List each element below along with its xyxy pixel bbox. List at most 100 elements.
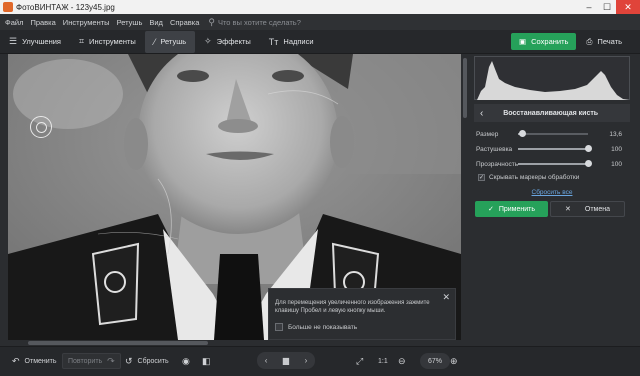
reset-icon: ↺ — [125, 355, 133, 366]
vertical-scrollbar[interactable] — [461, 54, 469, 340]
size-label: Размер — [476, 130, 499, 138]
slider-knob[interactable] — [585, 145, 592, 152]
reset-label: Сбросить — [137, 357, 169, 365]
menu-help[interactable]: Справка — [170, 18, 199, 27]
redo-icon: ↷ — [107, 355, 115, 366]
brush-cursor — [30, 116, 52, 138]
next-image-icon[interactable]: › — [305, 356, 308, 365]
size-value: 13,6 — [609, 130, 622, 138]
tab-effects[interactable]: ✧ Эффекты — [195, 31, 260, 53]
menu-bar: Файл Правка Инструменты Ретушь Вид Справ… — [0, 14, 640, 30]
tab-label: Надписи — [283, 37, 314, 46]
magic-wand-icon: ✧ — [204, 36, 212, 46]
text-icon: Tт — [268, 36, 279, 47]
printer-icon: ⎙ — [586, 36, 593, 46]
search-icon[interactable]: ⚲ — [208, 17, 215, 28]
size-slider-row: Размер 13,6 — [476, 129, 632, 139]
menu-view[interactable]: Вид — [149, 18, 163, 27]
menu-file[interactable]: Файл — [5, 18, 23, 27]
fit-to-screen-icon[interactable]: ⤢ — [356, 353, 368, 369]
prev-image-icon[interactable]: ‹ — [265, 356, 268, 365]
menu-tools[interactable]: Инструменты — [63, 18, 110, 27]
feather-slider-row: Растушевка 100 — [476, 144, 632, 154]
scroll-thumb[interactable] — [28, 341, 208, 345]
tab-label: Улучшения — [22, 37, 61, 46]
reset-all-link[interactable]: Сбросить все — [469, 189, 635, 196]
tab-enhancements[interactable]: ☰ Улучшения — [0, 31, 70, 53]
tab-label: Эффекты — [216, 37, 251, 46]
plus-icon: ⊕ — [450, 355, 458, 366]
window-title: ФотоВИНТАЖ - 123y45.jpg — [16, 2, 115, 12]
eye-icon: ◉ — [182, 355, 190, 366]
maximize-icon[interactable]: ☐ — [598, 0, 616, 14]
tab-label: Инструменты — [89, 37, 136, 46]
tab-tools[interactable]: ⌗ Инструменты — [70, 31, 145, 53]
dont-show-again-checkbox[interactable] — [275, 323, 283, 331]
opacity-label: Прозрачность — [476, 160, 519, 168]
scroll-thumb[interactable] — [463, 58, 467, 118]
feather-slider[interactable] — [518, 145, 592, 152]
menu-edit[interactable]: Правка — [30, 18, 55, 27]
close-icon[interactable]: ✕ — [442, 292, 450, 303]
main-toolbar: ☰ Улучшения ⌗ Инструменты ⁄ Ретушь ✧ Эфф… — [0, 30, 640, 54]
folder-icon[interactable]: ▆ — [283, 356, 289, 365]
opacity-slider-row: Прозрачность 100 — [476, 159, 632, 169]
opacity-slider[interactable] — [518, 160, 592, 167]
tab-captions[interactable]: Tт Надписи — [260, 31, 323, 53]
zoom-level[interactable]: 67% — [420, 353, 451, 369]
title-bar: ФотоВИНТАЖ - 123y45.jpg – ☐ ✕ — [0, 0, 640, 14]
save-button[interactable]: ▣ Сохранить — [511, 33, 577, 50]
hide-markers-label: Скрывать маркеры обработки — [489, 174, 580, 181]
zoom-percent: 67% — [428, 357, 443, 365]
panel-title: Восстанавливающая кисть — [503, 109, 599, 117]
brush-icon: ⁄ — [153, 36, 156, 47]
cancel-button[interactable]: ✕ Отмена — [550, 201, 625, 217]
right-panel: ‹ Восстанавливающая кисть Размер 13,6 Ра… — [469, 54, 640, 348]
tab-retouch[interactable]: ⁄ Ретушь — [144, 30, 196, 53]
hide-markers-row[interactable]: ✓ Скрывать маркеры обработки — [478, 174, 579, 181]
window-controls: – ☐ ✕ — [580, 0, 640, 14]
close-icon[interactable]: ✕ — [616, 0, 640, 14]
minimize-icon[interactable]: – — [580, 0, 598, 14]
size-slider[interactable] — [518, 130, 588, 137]
cancel-label: Отмена — [584, 205, 610, 213]
save-icon: ▣ — [519, 37, 527, 46]
slider-fill — [518, 163, 588, 165]
apply-button[interactable]: ✓ Применить — [475, 201, 548, 217]
compare-icon[interactable]: ◧ — [202, 353, 216, 369]
app-logo-icon — [3, 2, 13, 12]
panel-header: ‹ Восстанавливающая кисть — [474, 104, 630, 122]
zoom-ratio-label: 1:1 — [378, 357, 388, 365]
preview-eye-icon[interactable]: ◉ — [182, 353, 195, 369]
undo-label: Отменить — [24, 357, 57, 365]
save-label: Сохранить — [531, 37, 569, 46]
dont-show-again-row[interactable]: Больше не показывать — [275, 323, 357, 331]
zoom-out-icon[interactable]: ⊖ — [398, 353, 411, 369]
hide-markers-checkbox[interactable]: ✓ — [478, 174, 485, 181]
enhance-icon: ☰ — [9, 36, 18, 46]
print-label: Печать — [597, 37, 622, 46]
zoom-1-1-button[interactable]: 1:1 — [378, 353, 388, 369]
slider-fill — [518, 148, 588, 150]
histogram — [474, 56, 630, 100]
undo-button[interactable]: ↶ Отменить — [12, 353, 57, 369]
tab-label: Ретушь — [160, 37, 187, 46]
file-navigation: ‹ ▆ › — [257, 352, 315, 369]
dont-show-again-label: Больше не показывать — [288, 323, 358, 331]
opacity-value: 100 — [611, 160, 622, 168]
check-icon: ✓ — [487, 206, 494, 213]
zoom-in-icon[interactable]: ⊕ — [450, 353, 463, 369]
undo-icon: ↶ — [12, 355, 20, 366]
bottom-bar: ↶ Отменить Повторить ↷ ↺ Сбросить ◉ ◧ ‹ … — [0, 346, 640, 376]
slider-knob[interactable] — [585, 160, 592, 167]
search-input[interactable]: Что вы хотите сделать? — [218, 18, 301, 27]
reset-button[interactable]: ↺ Сбросить — [125, 353, 169, 369]
feather-label: Растушевка — [476, 145, 513, 153]
crop-icon: ⌗ — [78, 36, 85, 46]
slider-knob[interactable] — [519, 130, 526, 137]
print-button[interactable]: ⎙ Печать — [576, 33, 632, 50]
histogram-graph — [477, 61, 629, 100]
redo-button[interactable]: Повторить ↷ — [62, 353, 121, 369]
minus-icon: ⊖ — [398, 355, 406, 366]
menu-retouch[interactable]: Ретушь — [117, 18, 143, 27]
